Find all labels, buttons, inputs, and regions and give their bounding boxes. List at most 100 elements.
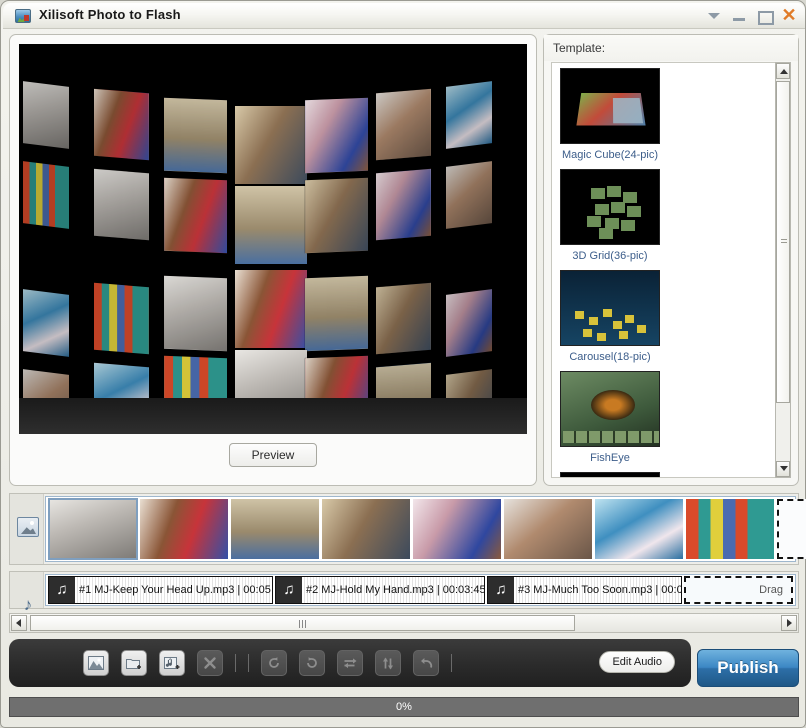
template-label: Carousel(18-pic) (557, 349, 663, 365)
template-item-3d-grid-36-pic[interactable]: 3D Grid(36-pic) (557, 169, 663, 264)
preview-tile (376, 89, 431, 161)
preview-tile (376, 282, 431, 354)
preview-tile (94, 169, 149, 241)
template-label: Magic Cube(24-pic) (557, 147, 663, 163)
music-note-icon: ♫ (488, 577, 514, 603)
toolbar-separator (248, 654, 249, 672)
preview-photo-wall (19, 44, 527, 398)
add-photo-button[interactable] (83, 650, 109, 676)
rotate-right-button[interactable] (299, 650, 325, 676)
minimize-button[interactable] (731, 8, 747, 24)
template-label: FishEye (557, 450, 663, 466)
add-music-button[interactable] (159, 650, 185, 676)
template-thumbnail (560, 169, 660, 245)
music-note-icon: ♫ (49, 577, 75, 603)
publish-button[interactable]: Publish (697, 649, 799, 687)
hscrollbar-grip-icon (299, 620, 307, 628)
photo-strip-gutter (10, 494, 44, 564)
toolbar-separator (235, 654, 236, 672)
template-thumbnail (560, 371, 660, 447)
preview-tile (164, 177, 227, 252)
preview-tile (23, 81, 69, 149)
preview-tile (305, 276, 368, 351)
title-bar: Xilisoft Photo to Flash ✕ (3, 3, 805, 29)
preview-tile (305, 97, 368, 172)
template-item-fisheye[interactable]: FishEye (557, 371, 663, 466)
photo-strip (9, 493, 799, 565)
bottom-toolbar: Edit Audio (9, 639, 691, 687)
template-thumbnail (560, 270, 660, 346)
preview-tile (446, 81, 492, 149)
photo-icon (17, 517, 39, 537)
audio-track[interactable]: ♫#1 MJ-Keep Your Head Up.mp3 | 00:05 (48, 576, 273, 604)
window-controls: ✕ (706, 8, 797, 24)
preview-panel: Preview (9, 34, 537, 486)
add-folder-button[interactable] (121, 650, 147, 676)
audio-track-label: #3 MJ-Much Too Soon.mp3 | 00:02:52 (514, 577, 681, 603)
thumb-2-two-girls[interactable] (140, 499, 228, 559)
audio-strip-gutter: ♪ (10, 572, 44, 608)
template-item-carousel-18-pic[interactable]: Carousel(18-pic) (557, 270, 663, 365)
hscrollbar-thumb[interactable] (30, 615, 575, 631)
window-title: Xilisoft Photo to Flash (39, 7, 181, 22)
delete-button[interactable] (197, 650, 223, 676)
scroll-down-arrow-icon[interactable] (776, 461, 790, 477)
scrollbar-thumb[interactable] (776, 81, 790, 403)
app-window: Xilisoft Photo to Flash ✕ Preview Templa… (0, 0, 806, 728)
maximize-button[interactable] (756, 8, 772, 24)
preview-tile (164, 97, 227, 172)
audio-track[interactable]: ♫#3 MJ-Much Too Soon.mp3 | 00:02:52 (487, 576, 682, 604)
preview-stage[interactable] (19, 44, 527, 434)
thumb-3-woman-reading[interactable] (231, 499, 319, 559)
scroll-up-arrow-icon[interactable] (776, 63, 790, 79)
audio-drop-zone[interactable]: Drag (684, 576, 793, 604)
template-thumbnail (560, 472, 660, 478)
timeline-horizontal-scrollbar[interactable] (9, 613, 799, 633)
thumb-5-group-brick-wall[interactable] (413, 499, 501, 559)
audio-track-label: #1 MJ-Keep Your Head Up.mp3 | 00:05 (75, 577, 272, 603)
preview-tile (446, 289, 492, 357)
progress-label: 0% (396, 701, 412, 713)
exchange-button[interactable] (337, 650, 363, 676)
toolbar-separator (451, 654, 452, 672)
preview-button[interactable]: Preview (229, 443, 318, 467)
scroll-right-arrow-icon[interactable] (781, 615, 797, 631)
preview-tile (164, 276, 227, 351)
preview-tile (305, 177, 368, 252)
preview-tile (446, 161, 492, 229)
thumb-8-colorful-wall[interactable] (686, 499, 774, 559)
menu-chevron-down-icon[interactable] (706, 8, 722, 24)
music-note-icon: ♫ (276, 577, 302, 603)
preview-tile (235, 186, 307, 264)
close-button[interactable]: ✕ (781, 8, 797, 24)
app-icon (15, 9, 31, 23)
thumb-1-girl-red-hat[interactable] (49, 499, 137, 559)
preview-tile (94, 282, 149, 354)
template-heading: Template: (544, 35, 798, 61)
move-updown-button[interactable] (375, 650, 401, 676)
edit-audio-button[interactable]: Edit Audio (599, 651, 675, 673)
audio-track-list[interactable]: ♫#1 MJ-Keep Your Head Up.mp3 | 00:05♫#2 … (45, 574, 796, 606)
template-item-photo-wall[interactable]: Photo Wall (557, 472, 663, 478)
progress-bar: 0% (9, 697, 799, 717)
audio-strip: ♪ ♫#1 MJ-Keep Your Head Up.mp3 | 00:05♫#… (9, 571, 799, 609)
preview-tile (235, 270, 307, 348)
photo-thumbnail-list[interactable] (45, 496, 796, 562)
template-thumbnail (560, 68, 660, 144)
thumb-7-singer-stage[interactable] (595, 499, 683, 559)
preview-tile (23, 289, 69, 357)
audio-track-label: #2 MJ-Hold My Hand.mp3 | 00:03:45 (302, 577, 484, 603)
template-item-magic-cube-24-pic[interactable]: Magic Cube(24-pic) (557, 68, 663, 163)
rotate-left-button[interactable] (261, 650, 287, 676)
photo-drop-zone[interactable] (777, 499, 806, 559)
undo-button[interactable] (413, 650, 439, 676)
preview-tile (94, 89, 149, 161)
template-list[interactable]: Magic Cube(24-pic) 3D Grid(36-pic) Carouse… (551, 62, 777, 478)
preview-tile (376, 169, 431, 241)
thumb-6-couple-portrait[interactable] (504, 499, 592, 559)
thumb-4-couple-couch[interactable] (322, 499, 410, 559)
audio-track[interactable]: ♫#2 MJ-Hold My Hand.mp3 | 00:03:45 (275, 576, 485, 604)
preview-floor (19, 398, 527, 434)
scroll-left-arrow-icon[interactable] (11, 615, 27, 631)
template-scrollbar[interactable] (775, 62, 791, 478)
